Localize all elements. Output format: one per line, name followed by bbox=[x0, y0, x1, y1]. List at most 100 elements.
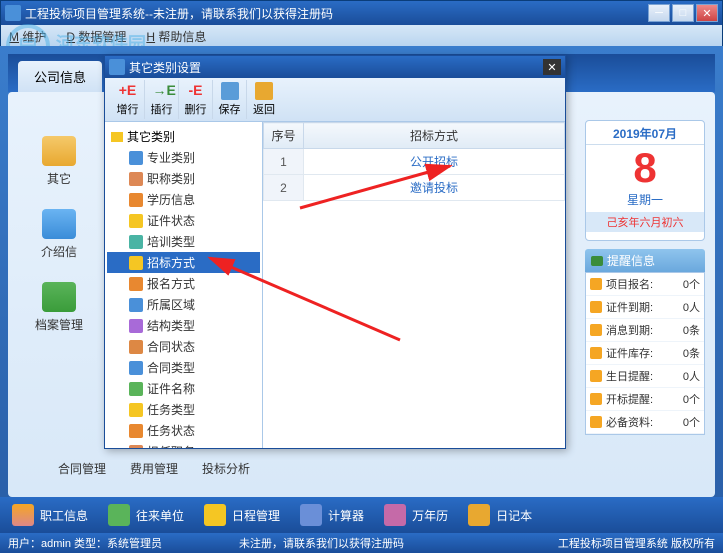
reminder-row[interactable]: 消息到期:0条 bbox=[586, 319, 704, 342]
reminder-row[interactable]: 项目报名:0个 bbox=[586, 273, 704, 296]
reminder-count: 0个 bbox=[683, 414, 700, 430]
status-bar: 用户：admin 类型：系统管理员 未注册，请联系我们以获得注册码 工程投标项目… bbox=[0, 533, 723, 553]
tree-label: 报名方式 bbox=[147, 275, 195, 292]
reminder-count: 0人 bbox=[683, 299, 700, 315]
reminder-label: 项目报名: bbox=[606, 276, 653, 292]
toolbar-insert-row[interactable]: →E插行 bbox=[145, 80, 179, 119]
tree-label: 担任职务 bbox=[147, 443, 195, 448]
tree-label: 培训类型 bbox=[147, 233, 195, 250]
tree-item-13[interactable]: 任务状态 bbox=[107, 420, 260, 441]
dialog-titlebar: 其它类别设置 ✕ bbox=[105, 56, 565, 78]
speaker-icon bbox=[590, 278, 602, 290]
dialog-icon bbox=[109, 59, 125, 75]
reminder-row[interactable]: 证件库存: 0条 bbox=[586, 342, 704, 365]
tree-label: 职称类别 bbox=[147, 170, 195, 187]
tree-item-3[interactable]: 证件状态 bbox=[107, 210, 260, 231]
reminder-label: 必备资料: bbox=[606, 414, 653, 430]
col-method[interactable]: 招标方式 bbox=[304, 123, 565, 149]
tree-item-12[interactable]: 任务类型 bbox=[107, 399, 260, 420]
tree-item-14[interactable]: 担任职务 bbox=[107, 441, 260, 448]
calendar-day: 8 bbox=[586, 145, 704, 191]
toolbar-delete-row[interactable]: -E删行 bbox=[179, 80, 213, 119]
tree-label: 任务类型 bbox=[147, 401, 195, 418]
tree-icon bbox=[129, 424, 143, 438]
tree-item-10[interactable]: 合同类型 bbox=[107, 357, 260, 378]
tree-label: 结构类型 bbox=[147, 317, 195, 334]
table-row[interactable]: 2邀请投标 bbox=[264, 175, 565, 201]
reminder-row[interactable]: 必备资料: 0个 bbox=[586, 411, 704, 434]
title-text: 工程投标项目管理系统--未注册，请联系我们以获得注册码 bbox=[25, 5, 648, 22]
speaker-icon bbox=[590, 393, 602, 405]
tree-item-9[interactable]: 合同状态 bbox=[107, 336, 260, 357]
bell-icon bbox=[204, 504, 226, 526]
reminder-label: 证件到期: bbox=[606, 299, 653, 315]
tree-item-6[interactable]: 报名方式 bbox=[107, 273, 260, 294]
tree-item-7[interactable]: 所属区域 bbox=[107, 294, 260, 315]
tree-icon bbox=[129, 235, 143, 249]
launch-calc[interactable]: 计算器 bbox=[300, 504, 364, 526]
calendar-icon bbox=[384, 504, 406, 526]
reminder-label: 消息到期: bbox=[606, 322, 653, 338]
tree-label: 专业类别 bbox=[147, 149, 195, 166]
staff-icon bbox=[12, 504, 34, 526]
menu-help[interactable]: H 帮助信息 bbox=[146, 28, 206, 45]
nav-other[interactable]: 其它 bbox=[18, 136, 100, 187]
reminder-label: 证件库存: bbox=[606, 345, 653, 361]
tree-item-0[interactable]: 专业类别 bbox=[107, 147, 260, 168]
reminders-panel: 提醒信息 项目报名:0个证件到期:0人消息到期:0条证件库存:0条生日提醒:0人… bbox=[585, 249, 705, 435]
tree-item-5[interactable]: 招标方式 bbox=[107, 252, 260, 273]
units-icon bbox=[108, 504, 130, 526]
tree-icon bbox=[129, 361, 143, 375]
launch-calendar[interactable]: 万年历 bbox=[384, 504, 448, 526]
launch-staff[interactable]: 职工信息 bbox=[12, 504, 88, 526]
tree-label: 所属区域 bbox=[147, 296, 195, 313]
reminder-row[interactable]: 开标提醒:0个 bbox=[586, 388, 704, 411]
cell-value[interactable]: 公开招标 bbox=[304, 149, 565, 175]
tree-item-1[interactable]: 职称类别 bbox=[107, 168, 260, 189]
dialog-close-button[interactable]: ✕ bbox=[543, 59, 561, 75]
launch-diary[interactable]: 日记本 bbox=[468, 504, 532, 526]
tree-icon bbox=[129, 277, 143, 291]
reminder-row[interactable]: 证件到期: 0人 bbox=[586, 296, 704, 319]
toolbar-add-row[interactable]: +E增行 bbox=[111, 80, 145, 119]
tree-icon bbox=[129, 298, 143, 312]
nav-archive[interactable]: 档案管理 bbox=[18, 282, 100, 333]
tree-root[interactable]: 其它类别 bbox=[107, 126, 260, 147]
launch-units[interactable]: 往来单位 bbox=[108, 504, 184, 526]
close-button[interactable]: ✕ bbox=[696, 4, 718, 22]
diary-icon bbox=[468, 504, 490, 526]
tree-item-4[interactable]: 培训类型 bbox=[107, 231, 260, 252]
toolbar-save[interactable]: 保存 bbox=[213, 80, 247, 119]
speaker-icon bbox=[590, 347, 602, 359]
tab-company-info[interactable]: 公司信息 bbox=[18, 61, 102, 92]
tree-label: 证件状态 bbox=[147, 212, 195, 229]
data-grid: 序号 招标方式 1公开招标2邀请投标 bbox=[263, 122, 565, 448]
cell-value[interactable]: 邀请投标 bbox=[304, 175, 565, 201]
toolbar-return[interactable]: 返回 bbox=[247, 80, 281, 119]
reminder-count: 0人 bbox=[683, 368, 700, 384]
tree-item-11[interactable]: 证件名称 bbox=[107, 378, 260, 399]
nav-intro-letter[interactable]: 介绍信 bbox=[18, 209, 100, 260]
tree-icon bbox=[129, 403, 143, 417]
book-icon bbox=[42, 282, 76, 312]
tree-icon bbox=[129, 256, 143, 270]
maximize-button[interactable]: □ bbox=[672, 4, 694, 22]
reminder-row[interactable]: 生日提醒:0人 bbox=[586, 365, 704, 388]
tree-item-8[interactable]: 结构类型 bbox=[107, 315, 260, 336]
cell-seq: 2 bbox=[264, 175, 304, 201]
tree-label: 学历信息 bbox=[147, 191, 195, 208]
launch-schedule[interactable]: 日程管理 bbox=[204, 504, 280, 526]
tree-label: 招标方式 bbox=[147, 254, 195, 271]
col-seq[interactable]: 序号 bbox=[264, 123, 304, 149]
tree-icon bbox=[129, 382, 143, 396]
reminder-label: 开标提醒: bbox=[606, 391, 653, 407]
reminder-count: 0条 bbox=[683, 345, 700, 361]
tree-item-2[interactable]: 学历信息 bbox=[107, 189, 260, 210]
menu-maintain[interactable]: M 维护 bbox=[9, 28, 46, 45]
table-row[interactable]: 1公开招标 bbox=[264, 149, 565, 175]
status-user: 用户：admin 类型：系统管理员 bbox=[8, 535, 162, 551]
menu-data[interactable]: D 数据管理 bbox=[66, 28, 126, 45]
minimize-button[interactable]: ─ bbox=[648, 4, 670, 22]
speaker-icon bbox=[590, 301, 602, 313]
calendar-widget: 2019年07月 8 星期一 己亥年六月初六 bbox=[585, 120, 705, 241]
